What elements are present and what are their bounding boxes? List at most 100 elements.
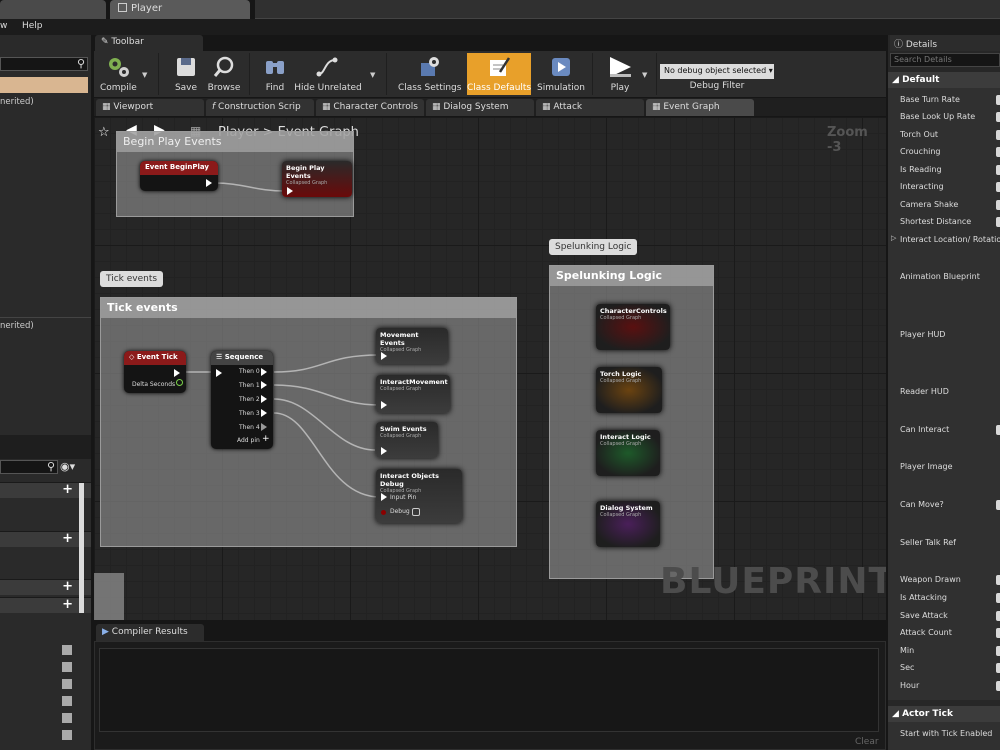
- editor-tab-previous[interactable]: [0, 0, 106, 19]
- tab-dialog-system[interactable]: ▦ Dialog System: [426, 99, 534, 116]
- exec-pin[interactable]: [381, 352, 387, 360]
- debug-checkbox[interactable]: [412, 508, 420, 516]
- exec-pin-in[interactable]: [216, 369, 222, 377]
- toolbar-tab[interactable]: ✎ Toolbar: [95, 35, 203, 51]
- node-movement-events[interactable]: Movement Events Collapsed Graph: [376, 328, 448, 364]
- class-defaults-icon: [490, 57, 511, 76]
- node-event-begin-play[interactable]: Event BeginPlay: [140, 161, 218, 191]
- blueprint-icon: [118, 3, 127, 12]
- details-tab-label: Details: [905, 40, 938, 50]
- exec-pin-out[interactable]: [261, 381, 267, 389]
- prop-value[interactable]: [996, 628, 1000, 638]
- selected-item[interactable]: [0, 77, 88, 93]
- float-pin[interactable]: [176, 379, 183, 386]
- tab-construction-script[interactable]: f Construction Scrip: [206, 99, 314, 116]
- exec-pin[interactable]: [381, 401, 387, 409]
- exec-pin[interactable]: [174, 369, 180, 377]
- exec-pin-out-unconnected[interactable]: [261, 423, 267, 431]
- class-defaults-button[interactable]: Class Defaults: [467, 53, 531, 95]
- actor-tick-section-header[interactable]: ◢ Actor Tick: [888, 706, 1000, 722]
- prop-checkbox[interactable]: [996, 593, 1000, 603]
- prop-checkbox[interactable]: [996, 165, 1000, 175]
- tick-events-bubble[interactable]: Tick events: [100, 271, 164, 287]
- section-graphs[interactable]: +: [0, 482, 91, 498]
- node-interact-movement[interactable]: InteractMovement Collapsed Graph: [376, 375, 450, 413]
- play-dropdown-icon[interactable]: ▼: [642, 71, 647, 79]
- variables-search-input[interactable]: ⚲: [0, 460, 58, 474]
- prop-checkbox[interactable]: [996, 130, 1000, 140]
- event-graph-canvas[interactable]: ☆ ◀ ▶ ▦ Player > Event Graph Zoom -3 Beg…: [94, 117, 886, 620]
- bool-pin[interactable]: [381, 510, 386, 515]
- eye-icon[interactable]: ◉▾: [60, 460, 75, 473]
- add-pin-icon[interactable]: +: [262, 434, 270, 444]
- tab-event-graph[interactable]: ▦ Event Graph: [646, 99, 754, 116]
- sequence-pin-label: Then 2: [239, 396, 260, 403]
- debug-object-select[interactable]: No debug object selected ▾: [660, 64, 774, 79]
- prop-value[interactable]: [996, 681, 1000, 691]
- spelunking-logic-bubble[interactable]: Spelunking Logic: [549, 239, 638, 255]
- exec-pin[interactable]: [381, 447, 387, 455]
- add-pin-label[interactable]: Add pin: [237, 437, 260, 444]
- exec-pin-out[interactable]: [261, 368, 267, 376]
- prop-checkbox[interactable]: [996, 500, 1000, 510]
- node-character-controls[interactable]: CharacterControls Collapsed Graph: [596, 304, 670, 350]
- node-torch-logic[interactable]: Torch Logic Collapsed Graph: [596, 367, 662, 413]
- exec-pin[interactable]: [206, 179, 212, 187]
- browse-button[interactable]: Browse: [204, 53, 244, 95]
- section-variables[interactable]: +: [0, 597, 91, 613]
- prop-checkbox[interactable]: [996, 147, 1000, 157]
- editor-tab-player[interactable]: Player: [110, 0, 250, 19]
- node-swim-events[interactable]: Swim Events Collapsed Graph: [376, 422, 438, 458]
- default-section-header[interactable]: ◢ Default: [888, 72, 1000, 88]
- left-search-input[interactable]: ⚲: [0, 57, 88, 71]
- node-interact-logic[interactable]: Interact Logic Collapsed Graph: [596, 430, 660, 476]
- add-icon[interactable]: +: [62, 580, 73, 593]
- section-functions[interactable]: +: [0, 531, 91, 547]
- prop-value[interactable]: [996, 112, 1000, 122]
- node-begin-play-events[interactable]: Begin Play Events Collapsed Graph: [282, 161, 352, 197]
- compile-button[interactable]: Compile: [96, 53, 140, 95]
- compile-dropdown-icon[interactable]: ▼: [142, 71, 147, 79]
- favorite-star-icon[interactable]: ☆: [98, 125, 110, 140]
- add-icon[interactable]: +: [62, 532, 73, 545]
- menu-view[interactable]: w: [0, 21, 7, 31]
- node-sequence[interactable]: ☰ Sequence Then 0 Then 1 Then 2 Then 3 T…: [211, 351, 273, 449]
- play-button[interactable]: Play: [598, 53, 642, 95]
- clear-button[interactable]: Clear: [855, 737, 879, 747]
- hide-unrelated-button[interactable]: Hide Unrelated: [294, 53, 362, 95]
- save-button[interactable]: Save: [166, 53, 206, 95]
- tab-attack[interactable]: ▦ Attack: [536, 99, 644, 116]
- tab-viewport[interactable]: ▦ Viewport: [96, 99, 204, 116]
- find-button[interactable]: Find: [256, 53, 294, 95]
- simulation-button[interactable]: Simulation: [534, 53, 588, 95]
- prop-checkbox[interactable]: [996, 182, 1000, 192]
- expand-arrow-icon[interactable]: ▷: [891, 234, 896, 242]
- node-event-tick[interactable]: ◇ Event Tick Delta Seconds: [124, 351, 186, 393]
- prop-value[interactable]: [996, 663, 1000, 673]
- node-interact-objects-debug[interactable]: Interact Objects Debug Collapsed Graph I…: [376, 469, 462, 523]
- prop-checkbox[interactable]: [996, 575, 1000, 585]
- class-settings-button[interactable]: Class Settings: [398, 53, 461, 95]
- prop-checkbox[interactable]: [996, 425, 1000, 435]
- menu-help[interactable]: Help: [22, 21, 43, 31]
- exec-pin[interactable]: [287, 187, 293, 195]
- exec-pin[interactable]: [381, 493, 387, 501]
- details-tab[interactable]: ⓘ Details: [890, 35, 1000, 51]
- prop-value[interactable]: [996, 200, 1000, 210]
- details-search-input[interactable]: Search Details: [890, 53, 1000, 67]
- tab-character-controls[interactable]: ▦ Character Controls: [316, 99, 424, 116]
- exec-pin-out[interactable]: [261, 395, 267, 403]
- prop-checkbox[interactable]: [996, 611, 1000, 621]
- tab-viewport-label: Viewport: [113, 102, 154, 112]
- add-icon[interactable]: +: [62, 598, 73, 611]
- prop-value[interactable]: [996, 646, 1000, 656]
- prop-value[interactable]: [996, 217, 1000, 227]
- compiler-results-tab[interactable]: ▶ Compiler Results: [96, 624, 204, 641]
- prop-value[interactable]: [996, 95, 1000, 105]
- add-icon[interactable]: +: [62, 483, 73, 496]
- node-dialog-system[interactable]: Dialog System Collapsed Graph: [596, 501, 660, 547]
- hide-unrelated-dropdown-icon[interactable]: ▼: [370, 71, 375, 79]
- left-scrollbar[interactable]: [79, 483, 84, 613]
- exec-pin-out[interactable]: [261, 409, 267, 417]
- section-macros[interactable]: +: [0, 579, 91, 595]
